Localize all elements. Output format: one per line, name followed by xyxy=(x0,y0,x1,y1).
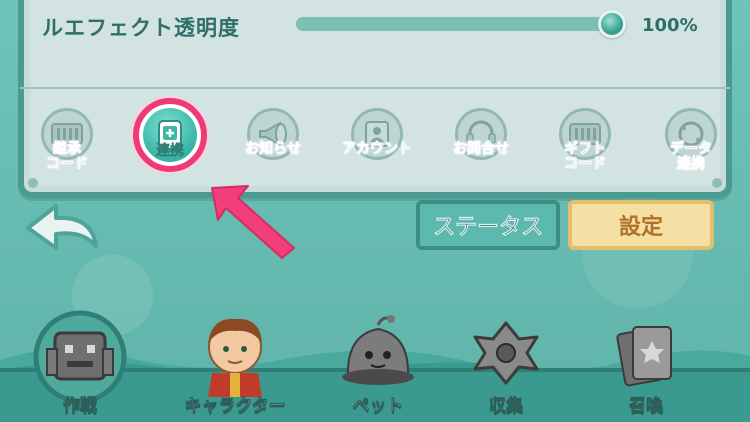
handover-code-label: 継承 コード xyxy=(46,141,89,172)
nav-summon[interactable]: 召喚 xyxy=(586,296,706,422)
account-label: アカウント xyxy=(342,141,413,157)
data-link-button[interactable]: データ 連携 xyxy=(656,108,726,190)
news-label: お知らせ xyxy=(245,141,301,157)
effect-opacity-label: ルエフェクト透明度 xyxy=(42,16,240,40)
news-button[interactable]: お知らせ xyxy=(238,108,308,190)
slider-knob[interactable] xyxy=(598,10,626,38)
pet-icon xyxy=(342,315,414,385)
back-arrow-icon xyxy=(26,204,98,250)
nav-battle-label: 作戦 xyxy=(63,396,98,417)
nav-pet-label: ペット xyxy=(352,396,404,417)
gift-code-button[interactable]: ギフト コード xyxy=(550,108,620,190)
gift-code-label: ギフト コード xyxy=(564,141,607,172)
effect-opacity-slider[interactable] xyxy=(296,10,626,38)
nav-character[interactable]: キャラクター xyxy=(170,296,300,422)
handover-code-button[interactable]: 継承 コード xyxy=(32,108,102,190)
link-device-label: 連携 xyxy=(156,143,185,159)
nav-character-label: キャラクター xyxy=(184,396,286,417)
collect-icon xyxy=(473,321,539,385)
settings-button-row: 継承 コード 連携 お知らせ アカウント お問合せ ギフト コード データ 連携 xyxy=(0,98,750,190)
support-button[interactable]: お問合せ xyxy=(446,108,516,190)
divider xyxy=(20,87,730,89)
tab-status[interactable]: ステータス xyxy=(416,200,560,250)
link-device-highlight-ring xyxy=(133,98,207,172)
account-button[interactable]: アカウント xyxy=(342,108,412,190)
data-link-label: データ 連携 xyxy=(670,141,713,172)
nav-summon-label: 召喚 xyxy=(629,396,664,417)
link-device-button[interactable]: 連携 xyxy=(128,98,212,180)
nav-collect-label: 収集 xyxy=(489,396,524,417)
nav-collect[interactable]: 収集 xyxy=(446,296,566,422)
summon-icon xyxy=(616,326,672,387)
tab-settings[interactable]: 設定 xyxy=(568,200,714,250)
battle-icon xyxy=(33,310,127,404)
slider-fill xyxy=(296,17,626,31)
effect-opacity-value: 100% xyxy=(642,15,698,36)
nav-pet[interactable]: ペット xyxy=(318,296,438,422)
character-icon xyxy=(208,318,262,397)
back-button[interactable] xyxy=(22,200,104,260)
pointer-arrow-icon xyxy=(211,185,295,259)
nav-battle[interactable]: 作戦 xyxy=(20,296,140,422)
support-label: お問合せ xyxy=(453,141,510,157)
